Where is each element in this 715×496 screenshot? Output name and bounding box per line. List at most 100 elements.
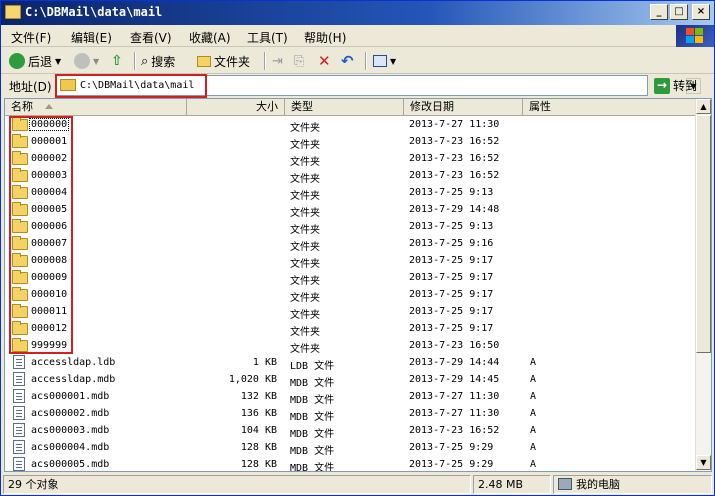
file-size: 1,020 KB <box>228 374 277 385</box>
search-button[interactable]: ⌕ 搜索 <box>141 51 175 71</box>
chevron-down-icon: ▼ <box>93 56 100 66</box>
scroll-thumb[interactable] <box>696 115 711 353</box>
file-type: MDB 文件 <box>290 463 335 472</box>
copy-to-button[interactable]: ⎘ <box>294 51 304 71</box>
up-folder-button[interactable]: ⇧ <box>111 51 123 71</box>
maximize-button[interactable]: □ <box>670 4 688 20</box>
file-list[interactable]: 名称 大小 类型 修改日期 属性 000000 文件夹 2013-7-27 11:3… <box>4 98 712 472</box>
table-row[interactable]: 000011 文件夹 2013-7-25 9:17 <box>5 303 697 321</box>
table-row[interactable]: 000008 文件夹 2013-7-25 9:17 <box>5 252 697 270</box>
up-arrow-icon: ⇧ <box>111 53 123 69</box>
column-size[interactable]: 大小 <box>187 99 285 116</box>
forward-arrow-icon <box>74 53 90 69</box>
file-modified: 2013-7-29 14:48 <box>409 204 500 215</box>
file-name: accessldap.ldb <box>31 357 116 368</box>
file-modified: 2013-7-23 16:52 <box>409 170 500 181</box>
table-row[interactable]: acs000002.mdb 136 KB MDB 文件 2013-7-27 11:30… <box>5 405 697 423</box>
scroll-down-button[interactable]: ▼ <box>696 455 711 470</box>
file-name: acs000001.mdb <box>31 391 110 402</box>
views-grid-icon <box>373 55 387 67</box>
menu-file[interactable]: 文件(F) <box>11 29 51 46</box>
menu-favorites[interactable]: 收藏(A) <box>189 29 231 46</box>
go-arrow-icon: → <box>654 77 670 94</box>
table-row[interactable]: accessldap.mdb 1,020 KB MDB 文件 2013-7-29 14… <box>5 371 697 389</box>
file-modified: 2013-7-25 9:13 <box>409 187 494 198</box>
status-bar: 29 个对象 2.48 MB 我的电脑 <box>1 474 714 495</box>
file-modified: 2013-7-25 9:17 <box>409 255 494 266</box>
search-icon: ⌕ <box>141 53 149 69</box>
table-row[interactable]: acs000003.mdb 104 KB MDB 文件 2013-7-23 16:52… <box>5 422 697 440</box>
file-type: 文件夹 <box>290 259 320 270</box>
scroll-up-button[interactable]: ▲ <box>696 99 711 114</box>
file-type: 文件夹 <box>290 174 320 185</box>
file-icon <box>13 440 25 454</box>
table-row[interactable]: acs000004.mdb 128 KB MDB 文件 2013-7-25 9:29 A <box>5 439 697 457</box>
file-attribute: A <box>530 425 537 436</box>
file-type: 文件夹 <box>290 123 320 134</box>
table-row[interactable]: 000009 文件夹 2013-7-25 9:17 <box>5 269 697 287</box>
menu-tools[interactable]: 工具(T) <box>247 29 288 46</box>
table-row[interactable]: accessldap.ldb 1 KB LDB 文件 2013-7-29 14:44 A <box>5 354 697 372</box>
menu-edit[interactable]: 编辑(E) <box>71 29 112 46</box>
minimize-button[interactable]: _ <box>650 4 668 20</box>
file-modified: 2013-7-27 11:30 <box>409 408 500 419</box>
vertical-scrollbar[interactable]: ▲ ▼ <box>695 99 711 471</box>
back-button[interactable]: 后退 ▼ <box>9 51 61 71</box>
go-button[interactable]: → 转到 <box>654 77 697 94</box>
menu-bar: 文件(F) 编辑(E) 查看(V) 收藏(A) 工具(T) 帮助(H) <box>1 25 714 47</box>
window-controls: _ □ × <box>650 4 710 20</box>
sort-ascending-icon <box>45 104 53 109</box>
views-button[interactable]: ▼ <box>373 51 396 71</box>
file-type: 文件夹 <box>290 191 320 202</box>
file-name: acs000004.mdb <box>31 442 110 453</box>
forward-button[interactable]: ▼ <box>74 51 99 71</box>
delete-button[interactable]: ✕ <box>318 51 331 71</box>
move-to-button[interactable]: ⇥ <box>272 51 283 71</box>
computer-icon <box>558 478 572 490</box>
menu-help[interactable]: 帮助(H) <box>304 29 346 46</box>
file-modified: 2013-7-23 16:50 <box>409 340 500 351</box>
file-type: MDB 文件 <box>290 446 335 457</box>
table-row[interactable]: 000003 文件夹 2013-7-23 16:52 <box>5 167 697 185</box>
table-row[interactable]: 000001 文件夹 2013-7-23 16:52 <box>5 133 697 151</box>
table-row[interactable]: 999999 文件夹 2013-7-23 16:50 <box>5 337 697 355</box>
table-row[interactable]: 000010 文件夹 2013-7-25 9:17 <box>5 286 697 304</box>
table-row[interactable]: acs000001.mdb 132 KB MDB 文件 2013-7-27 11:30… <box>5 388 697 406</box>
column-type[interactable]: 类型 <box>285 99 404 116</box>
delete-x-icon: ✕ <box>318 52 331 70</box>
undo-button[interactable]: ↶ <box>341 51 354 71</box>
file-modified: 2013-7-23 16:52 <box>409 425 500 436</box>
file-modified: 2013-7-23 16:52 <box>409 153 500 164</box>
column-attributes[interactable]: 属性 <box>523 99 697 116</box>
file-name: acs000002.mdb <box>31 408 110 419</box>
table-row[interactable]: 000007 文件夹 2013-7-25 9:16 <box>5 235 697 253</box>
table-row[interactable]: 000012 文件夹 2013-7-25 9:17 <box>5 320 697 338</box>
file-type: 文件夹 <box>290 242 320 253</box>
table-row[interactable]: acs000005.mdb 128 KB MDB 文件 2013-7-25 9:29 A <box>5 456 697 472</box>
file-name: acs000003.mdb <box>31 425 110 436</box>
menu-view[interactable]: 查看(V) <box>130 29 172 46</box>
table-row[interactable]: 000004 文件夹 2013-7-25 9:13 <box>5 184 697 202</box>
move-icon: ⇥ <box>272 53 283 69</box>
table-row[interactable]: 000005 文件夹 2013-7-29 14:48 <box>5 201 697 219</box>
address-highlight-box <box>55 74 207 98</box>
folders-button[interactable]: 文件夹 <box>197 51 250 71</box>
column-name[interactable]: 名称 <box>5 99 187 116</box>
file-type: MDB 文件 <box>290 378 335 389</box>
column-modified[interactable]: 修改日期 <box>404 99 523 116</box>
address-bar: 地址(D) C:\DBMail\data\mail ▼ → 转到 <box>1 74 714 98</box>
file-name: accessldap.mdb <box>31 374 116 385</box>
chevron-down-icon: ▼ <box>390 56 397 66</box>
file-type: 文件夹 <box>290 310 320 321</box>
windows-logo-icon <box>676 25 714 47</box>
table-row[interactable]: 000002 文件夹 2013-7-23 16:52 <box>5 150 697 168</box>
file-modified: 2013-7-25 9:17 <box>409 306 494 317</box>
file-type: 文件夹 <box>290 157 320 168</box>
table-row[interactable]: 000006 文件夹 2013-7-25 9:13 <box>5 218 697 236</box>
table-row[interactable]: 000000 文件夹 2013-7-27 11:30 <box>5 116 697 134</box>
close-button[interactable]: × <box>692 4 710 20</box>
title-bar[interactable]: C:\DBMail\data\mail _ □ × <box>1 1 714 25</box>
explorer-window: C:\DBMail\data\mail _ □ × 文件(F) 编辑(E) 查看… <box>0 0 715 496</box>
file-type: 文件夹 <box>290 140 320 151</box>
file-attribute: A <box>530 442 537 453</box>
